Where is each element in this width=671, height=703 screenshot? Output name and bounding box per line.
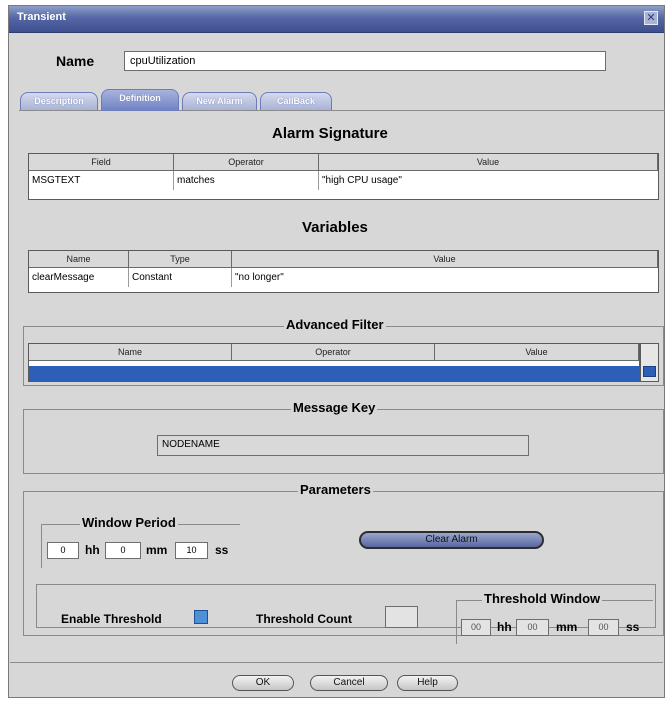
column-header-value[interactable]: Value [319,154,658,171]
table-cell-value[interactable]: "no longer" [232,268,658,287]
column-header-operator[interactable]: Operator [174,154,319,171]
column-header-field[interactable]: Field [29,154,174,171]
ss-label: ss [626,620,640,634]
column-header-value[interactable]: Value [435,344,639,361]
window-title: Transient [17,11,66,23]
window-period-mm-input[interactable]: 0 [105,542,141,559]
enable-threshold-checkbox[interactable] [194,610,208,624]
divider [10,662,663,663]
tab-new-alarm[interactable]: New Alarm [182,92,257,110]
title-bar[interactable]: Transient ✕ [9,6,664,33]
table-scroll-area[interactable] [640,343,659,382]
advanced-filter-table: Name Operator Value [28,343,640,382]
threshold-count-input[interactable] [385,606,418,628]
window-period-title: Window Period [80,515,178,530]
table-cell-value[interactable]: "high CPU usage" [319,171,658,190]
message-key-title: Message Key [291,400,378,415]
threshold-window-mm-input[interactable]: 00 [516,619,549,636]
close-icon[interactable]: ✕ [644,11,658,25]
column-header-name[interactable]: Name [29,344,232,361]
window-period-hh-input[interactable]: 0 [47,542,79,559]
tab-description[interactable]: Description [20,92,98,110]
table-cell-type[interactable]: Constant [129,268,232,287]
hh-label: hh [85,543,100,557]
threshold-window-ss-input[interactable]: 00 [588,619,619,636]
cancel-button[interactable]: Cancel [310,675,388,691]
column-header-operator[interactable]: Operator [232,344,435,361]
mm-label: mm [146,543,168,557]
column-header-value[interactable]: Value [232,251,658,268]
ss-label: ss [215,543,229,557]
mm-label: mm [556,620,578,634]
name-label: Name [56,53,95,69]
selected-table-row[interactable] [29,366,639,381]
tab-callback[interactable]: CallBack [260,92,332,110]
table-cell-name[interactable]: clearMessage [29,268,129,287]
ok-button[interactable]: OK [232,675,294,691]
alarm-signature-table: Field Operator Value MSGTEXT matches "hi… [28,153,659,200]
message-key-input[interactable]: NODENAME [157,435,529,456]
tab-definition[interactable]: Definition [101,89,179,111]
threshold-window-title: Threshold Window [482,591,603,606]
variables-table: Name Type Value clearMessage Constant "n… [28,250,659,293]
help-button[interactable]: Help [397,675,458,691]
threshold-count-label: Threshold Count [256,612,352,626]
window-period-ss-input[interactable]: 10 [175,542,208,559]
list-icon[interactable] [643,366,656,377]
column-header-name[interactable]: Name [29,251,129,268]
enable-threshold-label: Enable Threshold [61,612,162,626]
alarm-signature-title: Alarm Signature [272,125,388,142]
table-cell-operator[interactable]: matches [174,171,319,190]
hh-label: hh [497,620,512,634]
variables-title: Variables [302,219,368,236]
clear-alarm-button[interactable]: Clear Alarm [359,531,544,549]
name-input[interactable]: cpuUtilization [124,51,606,71]
advanced-filter-title: Advanced Filter [284,317,386,332]
table-cell-field[interactable]: MSGTEXT [29,171,174,190]
threshold-window-hh-input[interactable]: 00 [461,619,491,636]
column-header-type[interactable]: Type [129,251,232,268]
parameters-title: Parameters [298,482,373,497]
